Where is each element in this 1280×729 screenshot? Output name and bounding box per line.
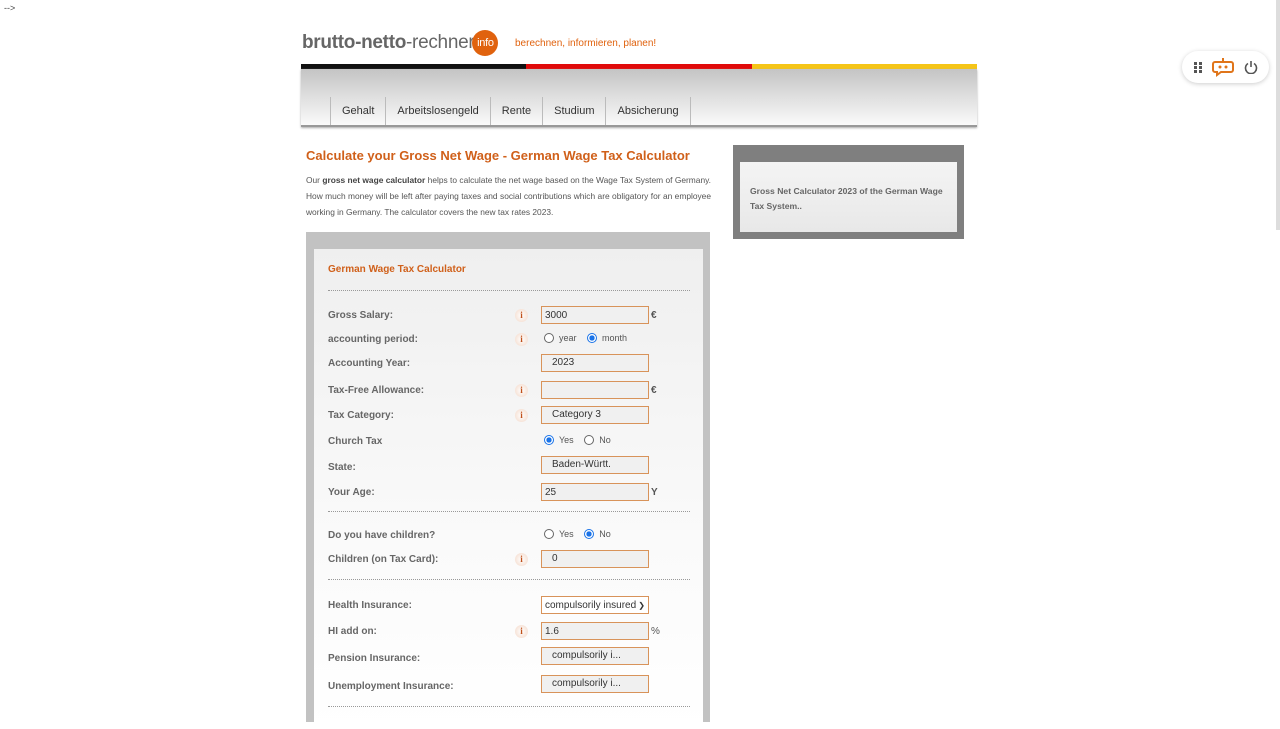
scrollbar[interactable] xyxy=(1276,0,1280,230)
row-allowance: Tax-Free Allowance: i € xyxy=(328,381,688,401)
health-insurance-select[interactable]: compulsorily insured ❯ xyxy=(541,596,649,614)
info-icon[interactable]: i xyxy=(515,625,528,638)
label: Do you have children? xyxy=(328,530,436,541)
page-title: Calculate your Gross Net Wage - German W… xyxy=(306,148,690,163)
label: Unemployment Insurance: xyxy=(328,681,454,692)
divider xyxy=(328,511,690,512)
divider xyxy=(328,706,690,707)
row-pension: Pension Insurance: compulsorily i... xyxy=(328,647,688,667)
nav-gehalt[interactable]: Gehalt xyxy=(330,97,385,125)
state-select[interactable]: Baden-Württ. xyxy=(541,456,649,474)
info-icon[interactable]: i xyxy=(515,409,528,422)
tax-category-select[interactable]: Category 3 xyxy=(541,406,649,424)
nav-arbeitslosengeld[interactable]: Arbeitslosengeld xyxy=(385,97,489,125)
row-gross-salary: Gross Salary: i € xyxy=(328,306,688,326)
label: Accounting Year: xyxy=(328,358,411,369)
info-icon[interactable]: i xyxy=(515,309,528,322)
select-value: compulsorily insured xyxy=(545,599,637,611)
row-health: Health Insurance: compulsorily insured ❯ xyxy=(328,596,688,616)
label: Gross Salary: xyxy=(328,310,394,321)
intro-bold: gross net wage calculator xyxy=(322,175,426,185)
nav-rente[interactable]: Rente xyxy=(489,97,542,125)
slogan: berechnen, informieren, planen! xyxy=(515,38,657,49)
label: Tax-Free Allowance: xyxy=(328,385,425,396)
label: accounting period: xyxy=(328,334,418,345)
divider xyxy=(328,290,690,291)
unit: % xyxy=(651,626,660,637)
intro-pre: Our xyxy=(306,175,323,185)
calculator-panel: German Wage Tax Calculator Gross Salary:… xyxy=(314,249,703,729)
radio-label: month xyxy=(602,333,628,343)
calculator-container: German Wage Tax Calculator Gross Salary:… xyxy=(306,232,710,729)
row-tax-category: Tax Category: i Category 3 xyxy=(328,406,688,426)
accounting-year-select[interactable]: 2023 xyxy=(541,354,649,372)
unit: € xyxy=(651,385,657,396)
nav-studium[interactable]: Studium xyxy=(542,97,605,125)
children-card-select[interactable]: 0 xyxy=(541,550,649,568)
chat-bot-icon[interactable] xyxy=(1212,57,1235,77)
info-icon[interactable]: i xyxy=(515,384,528,397)
radio-label: year xyxy=(559,333,577,343)
sidebar-box: Gross Net Calculator 2023 of the German … xyxy=(733,145,964,239)
row-church: Church Tax Yes No xyxy=(328,432,688,452)
radio-children-yes[interactable] xyxy=(544,529,554,539)
label: Church Tax xyxy=(328,436,383,447)
radio-church-yes[interactable] xyxy=(544,435,554,445)
allowance-input[interactable] xyxy=(541,381,649,399)
label: State: xyxy=(328,462,356,473)
main-nav: Gehalt Arbeitslosengeld Rente Studium Ab… xyxy=(301,69,977,127)
logo-part2: -rechner xyxy=(406,32,475,54)
stray-text: --> xyxy=(4,3,16,13)
radio-children-no[interactable] xyxy=(584,529,595,539)
radio-label: Yes xyxy=(559,435,574,445)
radio-label: Yes xyxy=(559,529,574,539)
row-unemployment: Unemployment Insurance: compulsorily i..… xyxy=(328,675,688,695)
row-period: accounting period: i year month xyxy=(328,330,688,350)
row-children-card: Children (on Tax Card): i 0 xyxy=(328,550,688,570)
label: Tax Category: xyxy=(328,410,394,421)
info-icon[interactable]: i xyxy=(515,553,528,566)
info-icon[interactable]: i xyxy=(515,333,528,346)
label: HI add on: xyxy=(328,626,377,637)
label: Pension Insurance: xyxy=(328,653,421,664)
radio-year[interactable] xyxy=(544,333,554,343)
row-state: State: Baden-Württ. xyxy=(328,456,688,476)
gross-salary-input[interactable] xyxy=(541,306,649,324)
label: Your Age: xyxy=(328,487,375,498)
site-logo[interactable]: brutto-netto-rechner info xyxy=(302,30,499,56)
radio-church-no[interactable] xyxy=(584,435,595,445)
pension-select[interactable]: compulsorily i... xyxy=(541,647,649,665)
label: Health Insurance: xyxy=(328,600,412,611)
intro-text: Our gross net wage calculator helps to c… xyxy=(306,172,711,220)
unemployment-select[interactable]: compulsorily i... xyxy=(541,675,649,693)
unit: Y xyxy=(651,487,658,498)
apps-grid-icon[interactable] xyxy=(1193,61,1203,73)
logo-part1: brutto-netto xyxy=(302,32,407,54)
logo-badge: info xyxy=(472,30,499,56)
radio-label: No xyxy=(599,529,611,539)
age-input[interactable] xyxy=(541,483,649,501)
radio-month[interactable] xyxy=(587,333,598,343)
label: Children (on Tax Card): xyxy=(328,554,439,565)
divider xyxy=(328,579,690,580)
row-year: Accounting Year: 2023 xyxy=(328,354,688,374)
row-age: Your Age: Y xyxy=(328,483,688,503)
power-icon[interactable] xyxy=(1244,60,1258,74)
extension-tray xyxy=(1182,51,1269,83)
unit: € xyxy=(651,310,657,321)
row-children: Do you have children? Yes No xyxy=(328,526,688,546)
row-hi-addon: HI add on: i % xyxy=(328,622,688,642)
sidebar-text: Gross Net Calculator 2023 of the German … xyxy=(740,162,957,232)
calculator-title: German Wage Tax Calculator xyxy=(328,264,466,275)
radio-label: No xyxy=(599,435,611,445)
chevron-down-icon: ❯ xyxy=(638,600,645,610)
hi-addon-input[interactable] xyxy=(541,622,649,640)
nav-absicherung[interactable]: Absicherung xyxy=(605,97,691,125)
